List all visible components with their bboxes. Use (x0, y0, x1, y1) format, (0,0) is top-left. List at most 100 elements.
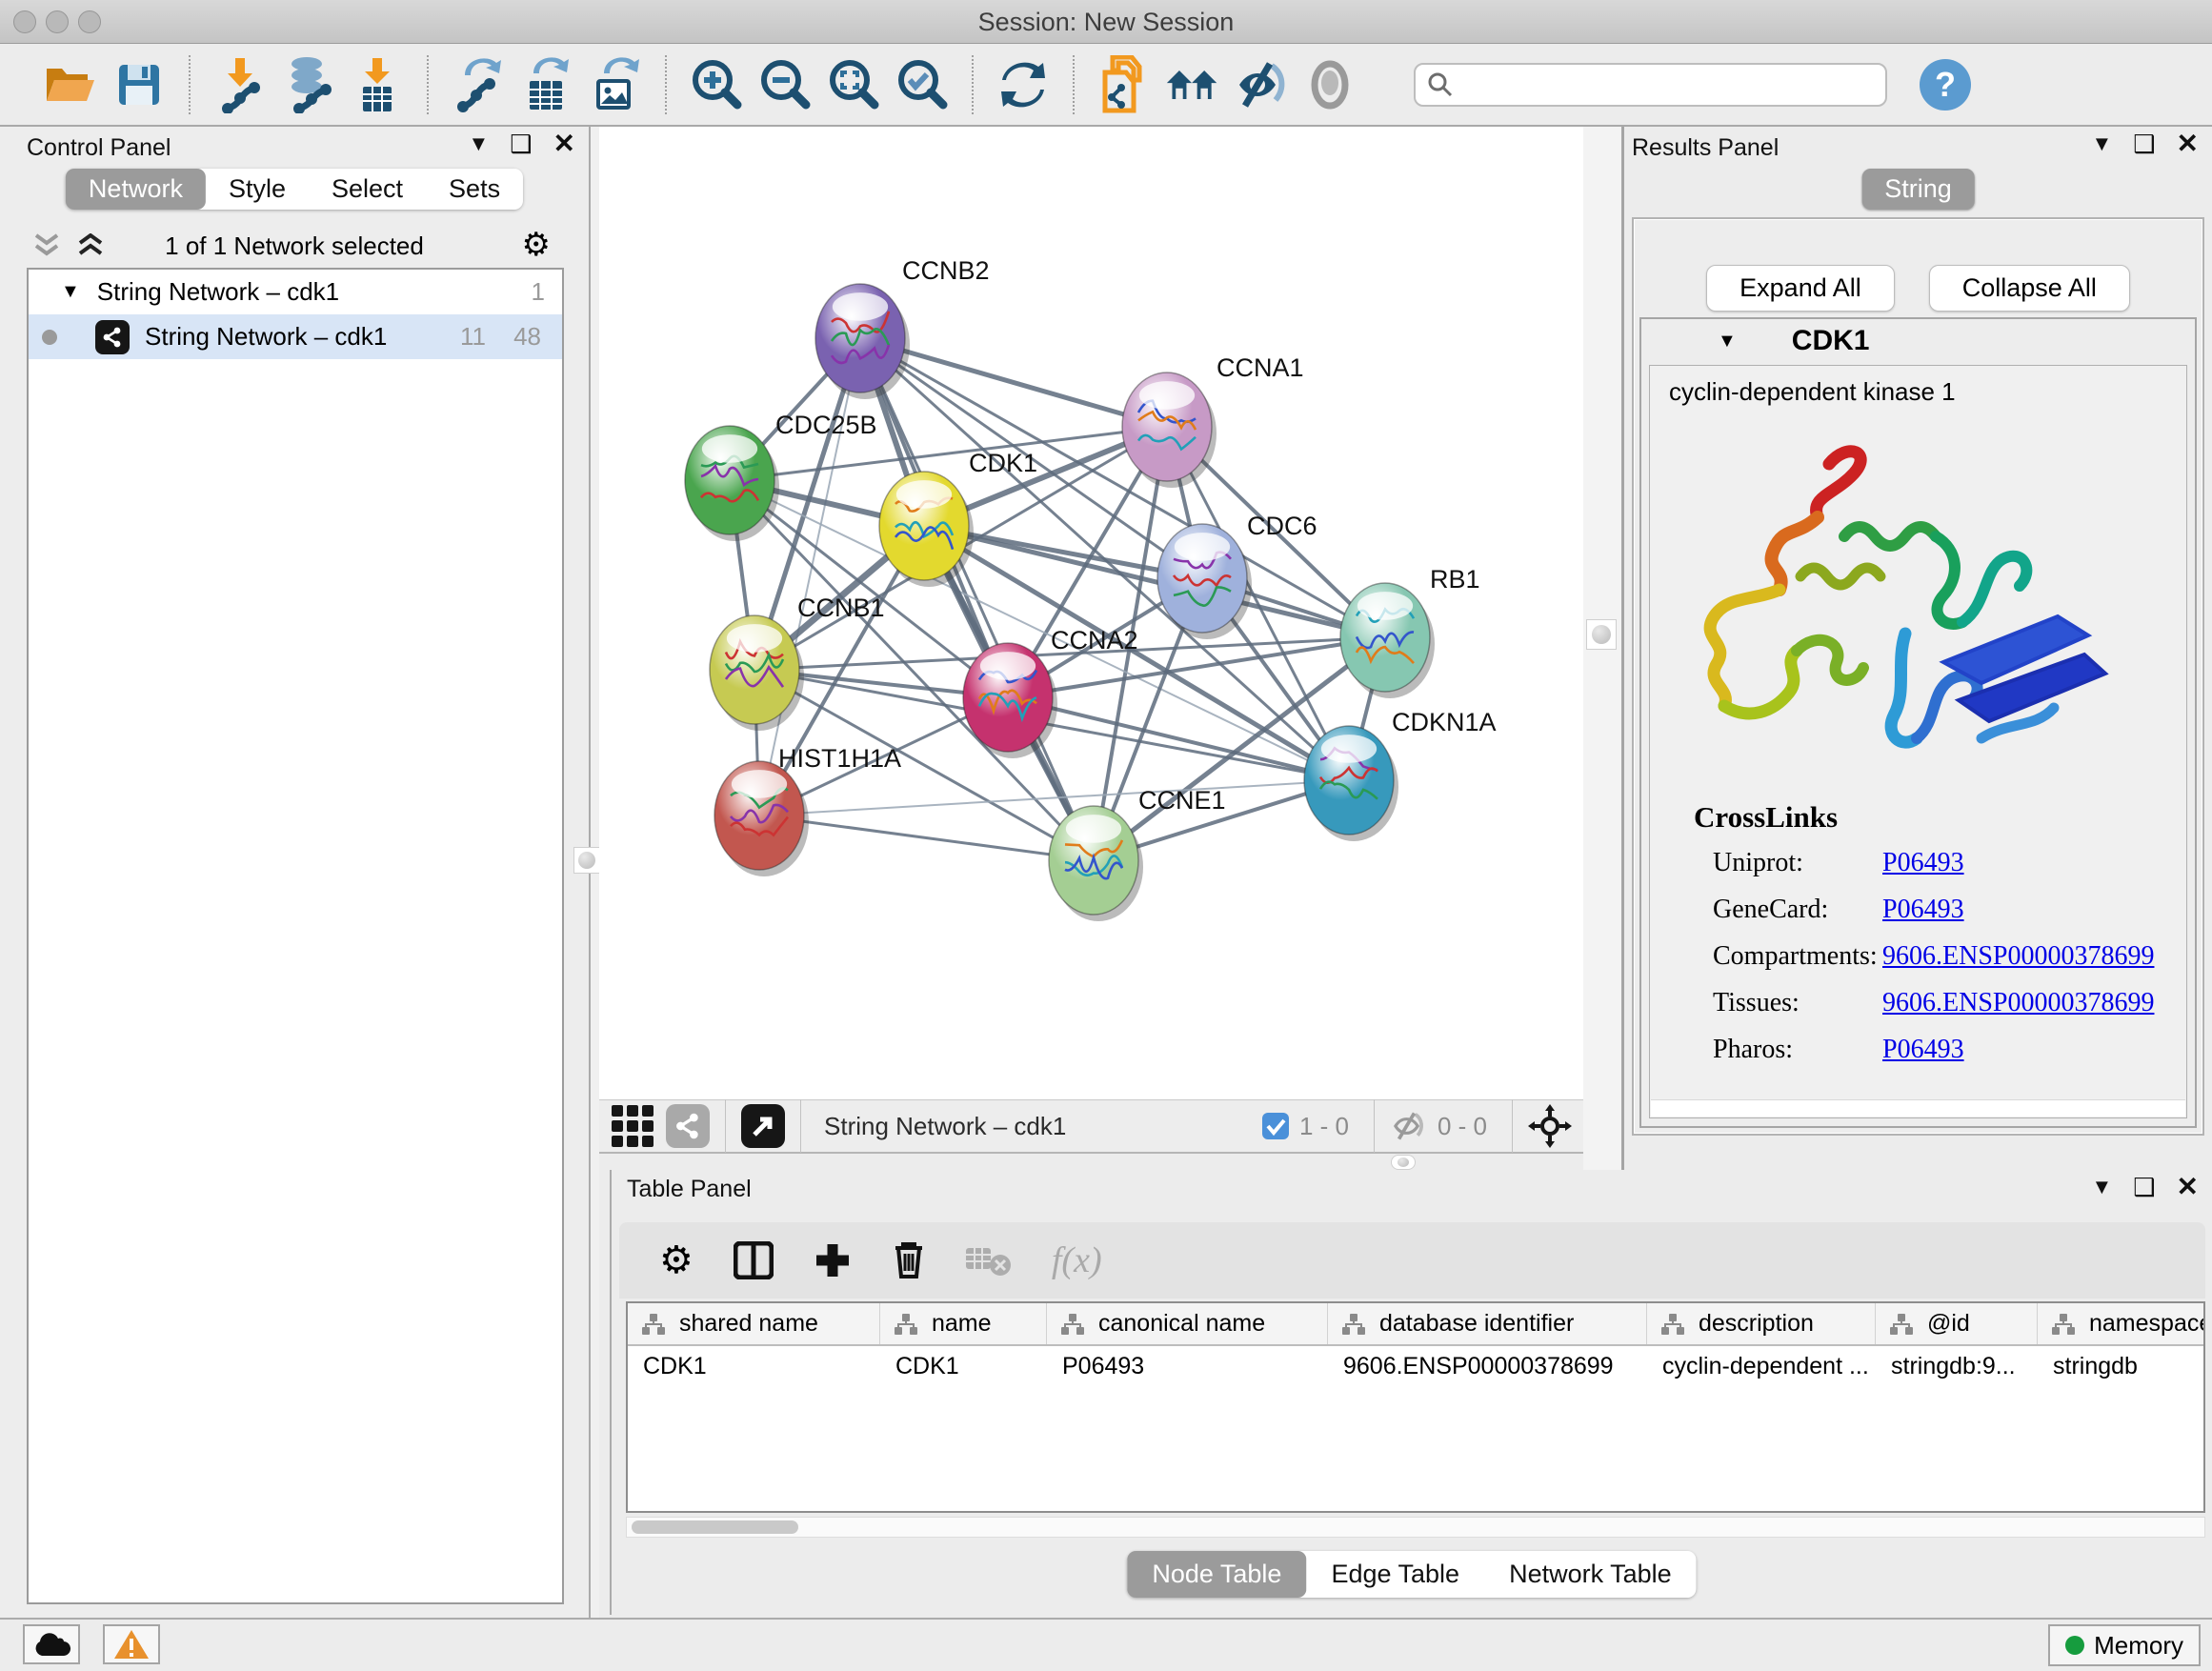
tab-select[interactable]: Select (309, 169, 426, 210)
horizontal-splitter-handle[interactable] (1391, 1155, 1416, 1170)
column-header[interactable]: @id (1876, 1303, 2038, 1344)
zoom-fit-icon[interactable] (826, 55, 881, 114)
panel-float-icon[interactable]: ❑ (510, 131, 532, 156)
collapse-all-button[interactable]: Collapse All (1929, 265, 2130, 312)
network-collection-row[interactable]: ▼ String Network – cdk1 1 (29, 270, 562, 314)
panel-menu-icon[interactable]: ▼ (2091, 1177, 2112, 1198)
network-node[interactable]: CCNB1 (710, 594, 885, 731)
table-cell[interactable]: stringdb (2038, 1346, 2205, 1388)
node-table[interactable]: shared namenamecanonical namedatabase id… (626, 1301, 2205, 1513)
crosslink-link[interactable]: P06493 (1882, 848, 1964, 878)
crosslink-link[interactable]: 9606.ENSP00000378699 (1882, 941, 2154, 972)
network-node[interactable]: CCNA2 (963, 626, 1138, 758)
crosslink-link[interactable]: P06493 (1882, 1035, 1964, 1065)
birdseye-view-icon[interactable] (741, 1104, 785, 1148)
show-columns-icon[interactable] (734, 1241, 774, 1279)
export-image-icon[interactable] (588, 55, 643, 114)
table-cell[interactable]: CDK1 (628, 1346, 880, 1388)
gear-icon[interactable]: ⚙ (659, 1238, 694, 1282)
share-view-icon[interactable] (666, 1104, 710, 1148)
tab-network[interactable]: Network (66, 169, 206, 210)
panel-float-icon[interactable]: ❑ (2133, 131, 2155, 156)
crosslink-link[interactable]: 9606.ENSP00000378699 (1882, 988, 2154, 1018)
column-header[interactable]: shared name (628, 1303, 880, 1344)
network-node[interactable]: CDKN1A (1304, 708, 1497, 841)
show-all-icon[interactable] (1302, 55, 1357, 114)
tab-style[interactable]: Style (206, 169, 309, 210)
fit-content-icon[interactable] (1528, 1104, 1572, 1148)
gene-collapse-icon[interactable]: ▼ (1718, 331, 1737, 352)
cloud-status-button[interactable] (23, 1624, 80, 1664)
zoom-selected-icon[interactable] (895, 55, 950, 114)
scrollbar-thumb[interactable] (632, 1520, 798, 1534)
network-edge[interactable] (924, 526, 1385, 637)
panel-close-icon[interactable]: ✕ (553, 131, 575, 157)
results-scrollbar[interactable] (1651, 1099, 2185, 1117)
crosslink-link[interactable]: P06493 (1882, 895, 1964, 925)
tree-expand-icon[interactable]: ▼ (61, 281, 80, 303)
table-row[interactable]: CDK1CDK1P064939606.ENSP00000378699cyclin… (628, 1346, 2203, 1388)
import-network-icon[interactable] (212, 55, 268, 114)
column-header[interactable]: name (880, 1303, 1047, 1344)
memory-button[interactable]: Memory (2048, 1624, 2201, 1666)
function-builder-icon[interactable]: f(x) (1052, 1239, 1102, 1281)
panel-menu-icon[interactable]: ▼ (468, 133, 489, 154)
expand-all-button[interactable]: Expand All (1706, 265, 1895, 312)
save-icon[interactable] (111, 55, 167, 114)
hide-selected-icon[interactable] (1234, 55, 1289, 114)
tab-node-table[interactable]: Node Table (1127, 1551, 1306, 1598)
tab-sets[interactable]: Sets (426, 169, 523, 210)
network-node[interactable]: HIST1H1A (714, 744, 901, 876)
network-row-selected[interactable]: String Network – cdk1 11 48 (29, 314, 562, 359)
search-input[interactable] (1463, 71, 1874, 98)
network-edge[interactable] (759, 815, 1094, 860)
network-node[interactable]: RB1 (1340, 565, 1480, 698)
table-cell[interactable]: stringdb:9... (1876, 1346, 2038, 1388)
column-header[interactable]: canonical name (1047, 1303, 1328, 1344)
table-cell[interactable]: cyclin-dependent ... (1647, 1346, 1876, 1388)
gear-icon[interactable]: ⚙ (522, 226, 551, 264)
column-header[interactable]: description (1647, 1303, 1876, 1344)
copy-network-icon[interactable] (1096, 55, 1152, 114)
hidden-eye-icon[interactable] (1390, 1111, 1428, 1141)
selected-checkbox-icon[interactable] (1261, 1112, 1290, 1140)
warning-status-button[interactable] (103, 1624, 160, 1664)
node-label: CDC6 (1247, 512, 1317, 540)
network-canvas[interactable]: CCNB2CCNA1CDC25BCDK1CDC6RB1CCNB1CCNA2HIS… (599, 127, 1583, 1099)
help-icon[interactable]: ? (1920, 59, 1971, 111)
add-icon[interactable] (814, 1241, 852, 1279)
zoom-in-icon[interactable] (689, 55, 744, 114)
delete-icon[interactable] (892, 1240, 926, 1280)
export-table-icon[interactable] (519, 55, 574, 114)
column-header[interactable]: namespace (2038, 1303, 2205, 1344)
panel-float-icon[interactable]: ❑ (2133, 1175, 2155, 1199)
tab-network-table[interactable]: Network Table (1484, 1551, 1697, 1598)
tab-string[interactable]: String (1861, 169, 1975, 210)
delete-table-icon[interactable] (966, 1244, 1012, 1277)
homes-icon[interactable] (1165, 55, 1220, 114)
table-cell[interactable]: 9606.ENSP00000378699 (1328, 1346, 1647, 1388)
panel-menu-icon[interactable]: ▼ (2091, 133, 2112, 154)
open-folder-icon[interactable] (43, 55, 98, 114)
right-splitter-handle[interactable] (1586, 619, 1617, 650)
export-network-icon[interactable] (451, 55, 506, 114)
panel-close-icon[interactable]: ✕ (2177, 131, 2199, 157)
tab-edge-table[interactable]: Edge Table (1306, 1551, 1484, 1598)
table-cell[interactable]: CDK1 (880, 1346, 1047, 1388)
table-cell[interactable]: P06493 (1047, 1346, 1328, 1388)
table-hscrollbar[interactable] (626, 1517, 2205, 1538)
network-node[interactable]: CCNE1 (1049, 786, 1226, 921)
crosslink-row: Tissues:9606.ENSP00000378699 (1694, 988, 2186, 1018)
column-header[interactable]: database identifier (1328, 1303, 1647, 1344)
network-node[interactable]: CCNA1 (1122, 353, 1304, 488)
zoom-out-icon[interactable] (757, 55, 813, 114)
refresh-icon[interactable] (995, 55, 1051, 114)
hidden-count-badge: 0 - 0 (1438, 1112, 1487, 1141)
network-node[interactable]: CDC6 (1157, 512, 1317, 639)
import-table-icon[interactable] (350, 55, 405, 114)
import-database-icon[interactable] (281, 55, 336, 114)
left-splitter-handle[interactable] (573, 847, 600, 874)
grid-view-icon[interactable] (611, 1104, 654, 1148)
table-toolbar: ⚙ f(x) (619, 1222, 2205, 1299)
panel-close-icon[interactable]: ✕ (2177, 1174, 2199, 1200)
